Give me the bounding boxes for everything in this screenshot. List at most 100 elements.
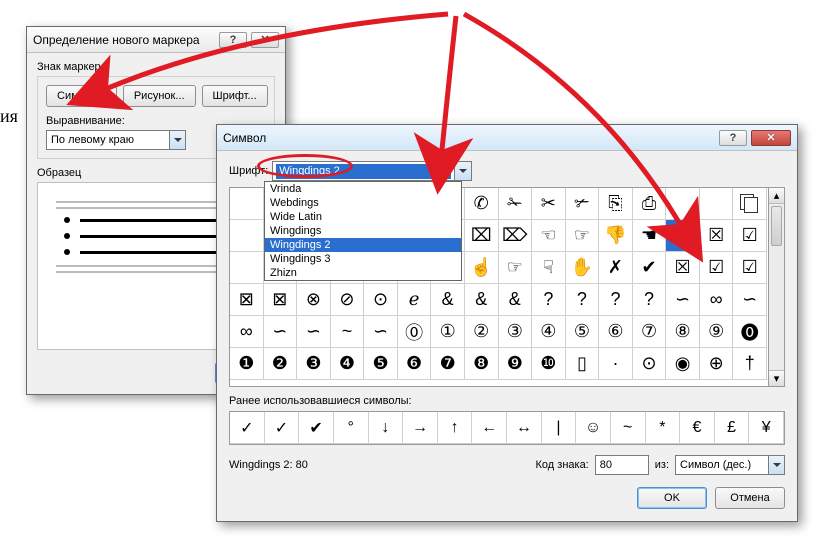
symbol-cell[interactable]: ◉: [666, 348, 700, 380]
cancel-button[interactable]: Отмена: [715, 487, 785, 509]
symbol-cell[interactable]: [230, 252, 264, 284]
alignment-dropdown[interactable]: По левому краю: [46, 130, 186, 150]
font-option[interactable]: Vrinda: [265, 182, 461, 196]
symbol-cell[interactable]: ❸: [297, 348, 331, 380]
symbol-cell[interactable]: ④: [532, 316, 566, 348]
symbol-cell[interactable]: ·: [599, 348, 633, 380]
recent-symbol-cell[interactable]: |: [542, 412, 577, 444]
symbol-cell[interactable]: ❾: [499, 348, 533, 380]
font-button[interactable]: Шрифт...: [202, 85, 268, 107]
recent-symbol-cell[interactable]: ✓: [230, 412, 265, 444]
scroll-thumb[interactable]: [771, 206, 782, 246]
symbol-cell[interactable]: ⑤: [566, 316, 600, 348]
symbol-cell[interactable]: ∞: [700, 284, 734, 316]
symbol-cell[interactable]: ✆: [465, 188, 499, 220]
symbol-cell[interactable]: ⑦: [633, 316, 667, 348]
symbol-cell[interactable]: ⊙: [633, 348, 667, 380]
symbol-cell[interactable]: ?: [633, 284, 667, 316]
scroll-up-icon[interactable]: ▴: [769, 188, 784, 204]
symbol-cell[interactable]: ☝: [465, 252, 499, 284]
picture-button[interactable]: Рисунок...: [123, 85, 196, 107]
symbol-cell[interactable]: ✋: [566, 252, 600, 284]
symbol-cell[interactable]: ❼: [431, 348, 465, 380]
symbol-cell[interactable]: [230, 188, 264, 220]
symbol-cell[interactable]: [230, 220, 264, 252]
recent-symbol-cell[interactable]: ←: [472, 412, 507, 444]
symbol-cell[interactable]: ✔: [633, 252, 667, 284]
symbol-cell[interactable]: ▯: [566, 348, 600, 380]
symbol-button[interactable]: Символ...: [46, 85, 117, 107]
close-icon[interactable]: ✕: [251, 32, 279, 48]
symbol-cell[interactable]: 👎: [599, 220, 633, 252]
symbol-cell[interactable]: ❺: [364, 348, 398, 380]
recent-symbol-cell[interactable]: ☺: [576, 412, 611, 444]
recent-symbol-cell[interactable]: £: [715, 412, 750, 444]
symbol-cell[interactable]: ☚: [633, 220, 667, 252]
recent-symbol-cell[interactable]: ✔: [299, 412, 334, 444]
symbol-cell[interactable]: ∽: [297, 316, 331, 348]
ok-button[interactable]: OK: [637, 487, 707, 509]
symbol-cell[interactable]: ⌦: [499, 220, 533, 252]
symbol-cell[interactable]: ②: [465, 316, 499, 348]
symbol-cell[interactable]: &: [465, 284, 499, 316]
symbol-cell[interactable]: [666, 188, 700, 220]
symbol-cell[interactable]: ℯ: [398, 284, 432, 316]
symbol-cell[interactable]: ⑥: [599, 316, 633, 348]
symbol-cell[interactable]: ∽: [364, 316, 398, 348]
symbol-cell[interactable]: ❻: [398, 348, 432, 380]
recent-symbol-cell[interactable]: ↔: [507, 412, 542, 444]
symbol-cell[interactable]: ☒: [666, 252, 700, 284]
symbol-cell[interactable]: ?: [599, 284, 633, 316]
recent-symbol-cell[interactable]: ~: [611, 412, 646, 444]
symbol-cell[interactable]: ☑: [733, 220, 767, 252]
symbol-cell[interactable]: ⊠: [264, 284, 298, 316]
symbol-cell[interactable]: ⎙: [633, 188, 667, 220]
font-dropdown[interactable]: Wingdings 2: [272, 161, 472, 181]
symbol-cell[interactable]: ☞: [566, 220, 600, 252]
symbol-cell[interactable]: ⊠: [230, 284, 264, 316]
recent-symbol-cell[interactable]: ↑: [438, 412, 473, 444]
font-option[interactable]: Wingdings 3: [265, 252, 461, 266]
help-button[interactable]: ?: [219, 32, 247, 48]
symbol-cell[interactable]: ⊕: [700, 348, 734, 380]
symbol-cell[interactable]: ✂: [532, 188, 566, 220]
symbol-cell[interactable]: ⎘: [599, 188, 633, 220]
symbol-cell[interactable]: ⊗: [297, 284, 331, 316]
symbol-cell[interactable]: ☟: [532, 252, 566, 284]
font-option[interactable]: Wingdings: [265, 224, 461, 238]
symbol-cell[interactable]: ✗: [599, 252, 633, 284]
close-icon[interactable]: ✕: [751, 130, 791, 146]
symbol-cell[interactable]: †: [733, 348, 767, 380]
recent-symbol-cell[interactable]: ¥: [749, 412, 784, 444]
symbol-cell[interactable]: ⓿: [733, 316, 767, 348]
symbol-cell[interactable]: ❷: [264, 348, 298, 380]
symbol-cell[interactable]: ❽: [465, 348, 499, 380]
symbol-cell[interactable]: ☑: [733, 252, 767, 284]
symbol-cell[interactable]: ☑: [700, 252, 734, 284]
recent-symbol-cell[interactable]: °: [334, 412, 369, 444]
symbol-cell[interactable]: [700, 188, 734, 220]
symbol-cell[interactable]: ⑧: [666, 316, 700, 348]
scroll-down-icon[interactable]: ▾: [769, 370, 784, 386]
code-input[interactable]: [595, 455, 649, 475]
recent-symbol-cell[interactable]: →: [403, 412, 438, 444]
symbol-cell[interactable]: &: [431, 284, 465, 316]
font-option[interactable]: Webdings: [265, 196, 461, 210]
from-dropdown[interactable]: Символ (дес.): [675, 455, 785, 475]
font-option[interactable]: Wide Latin: [265, 210, 461, 224]
symbol-cell[interactable]: ?: [566, 284, 600, 316]
font-option[interactable]: Wingdings 2: [265, 238, 461, 252]
font-dropdown-list[interactable]: VrindaWebdingsWide LatinWingdingsWingdin…: [264, 181, 462, 281]
recent-symbol-cell[interactable]: ↓: [369, 412, 404, 444]
symbol-cell[interactable]: &: [499, 284, 533, 316]
symbol-cell[interactable]: ∞: [230, 316, 264, 348]
symbol-cell[interactable]: ☜: [532, 220, 566, 252]
symbol-cell[interactable]: ✃: [566, 188, 600, 220]
symbol-cell[interactable]: ✁: [499, 188, 533, 220]
symbol-cell[interactable]: ∽: [666, 284, 700, 316]
symbol-cell[interactable]: ⊙: [364, 284, 398, 316]
symbol-cell[interactable]: ⊘: [331, 284, 365, 316]
font-option[interactable]: Zhizn: [265, 266, 461, 280]
symbol-cell[interactable]: ✓: [666, 220, 700, 252]
symbol-cell[interactable]: ☒: [700, 220, 734, 252]
